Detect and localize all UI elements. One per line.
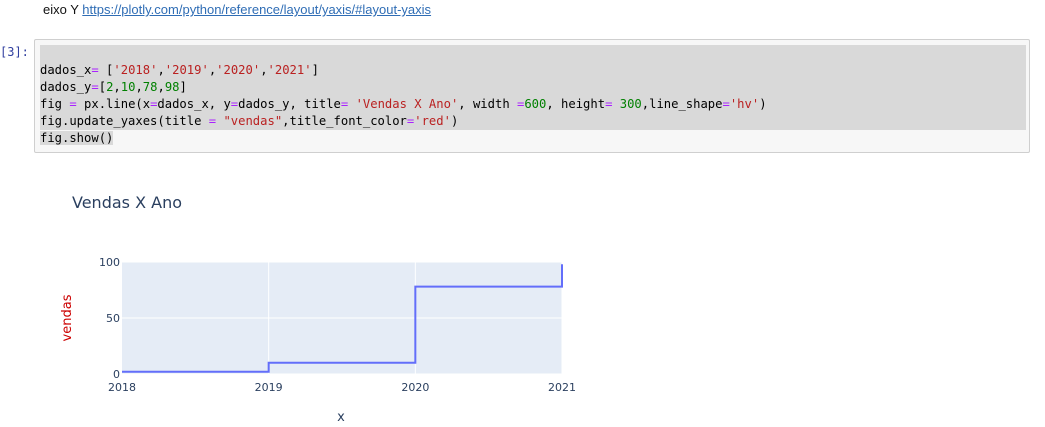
y-axis-title: vendas: [60, 294, 75, 341]
y-tick-label-1: 50: [106, 312, 120, 325]
x-tick-label-1: 2019: [255, 381, 283, 394]
x-tick-label-0: 2018: [108, 381, 136, 394]
chart-svg: 0 50 100 2018 2019 2020 2021 x vendas: [60, 256, 576, 425]
x-axis-title: x: [337, 410, 345, 425]
x-tick-label-3: 2021: [548, 381, 576, 394]
y-tick-label-2: 100: [99, 256, 120, 269]
y-tick-label-0: 0: [113, 368, 120, 381]
x-tick-label-2: 2020: [401, 381, 429, 394]
